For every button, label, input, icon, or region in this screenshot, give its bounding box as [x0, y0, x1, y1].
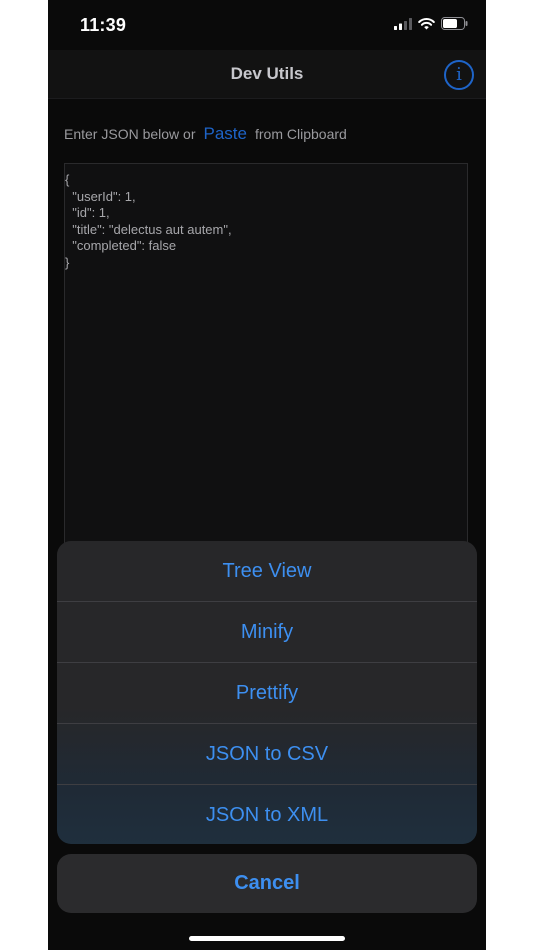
info-button[interactable]: i [444, 60, 474, 90]
cancel-button[interactable]: Cancel [57, 854, 477, 913]
paste-button[interactable]: Paste [204, 124, 247, 144]
action-sheet: Tree View Minify Prettify JSON to CSV JS… [57, 541, 477, 844]
json-input[interactable]: { "userId": 1, "id": 1, "title": "delect… [64, 163, 468, 563]
page-title: Dev Utils [230, 64, 304, 83]
wifi-icon [418, 17, 435, 29]
home-indicator[interactable] [189, 936, 345, 941]
navigation-bar: Dev Utils i [48, 50, 486, 99]
paste-prompt: Enter JSON below or Paste from Clipboard [64, 124, 347, 144]
tree-view-button[interactable]: Tree View [57, 541, 477, 602]
phone-screen: 11:39 Dev Utils i Enter JSON below or Pa… [48, 0, 486, 950]
prettify-button[interactable]: Prettify [57, 663, 477, 724]
battery-icon [441, 17, 468, 30]
status-time: 11:39 [80, 15, 127, 35]
json-to-xml-button[interactable]: JSON to XML [57, 785, 477, 844]
json-input-text: { "userId": 1, "id": 1, "title": "delect… [65, 172, 232, 270]
info-icon: i [456, 64, 462, 85]
prompt-text-after: from Clipboard [254, 126, 347, 142]
status-icons [394, 17, 468, 30]
json-to-csv-button[interactable]: JSON to CSV [57, 724, 477, 785]
signal-icon [394, 17, 412, 30]
minify-button[interactable]: Minify [57, 602, 477, 663]
status-bar: 11:39 [48, 0, 486, 50]
prompt-text-before: Enter JSON below or [64, 126, 196, 142]
